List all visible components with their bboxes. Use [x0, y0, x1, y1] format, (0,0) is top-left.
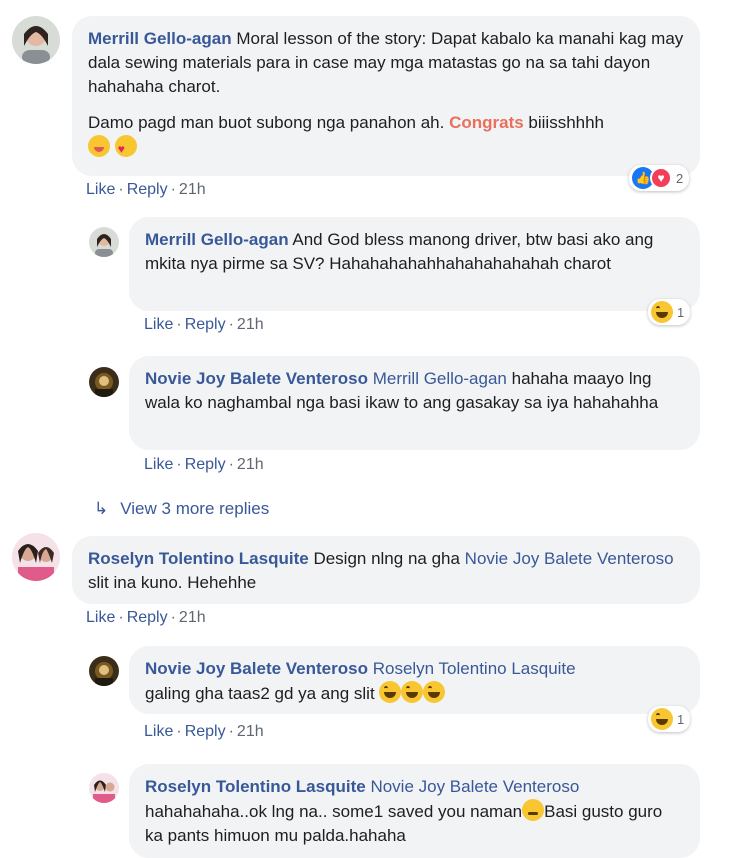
reply-arrow-icon: ↳ — [94, 499, 109, 518]
haha-reaction-icon — [651, 301, 673, 323]
mention-link[interactable]: Merrill Gello-agan — [373, 369, 507, 388]
reply-link[interactable]: Reply — [127, 609, 168, 626]
reply-bubble: Roselyn Tolentino Lasquite Novie Joy Bal… — [129, 764, 700, 858]
reaction-summary[interactable]: 1 — [648, 299, 691, 325]
like-link[interactable]: Like — [86, 609, 115, 626]
reply-bubble: Novie Joy Balete Venteroso Merrill Gello… — [129, 356, 700, 450]
comment-actions: Like · Reply · 21h — [86, 181, 206, 198]
heart-face-emoji-icon — [114, 135, 137, 161]
comment-actions: Like · Reply · 21h — [144, 723, 264, 740]
comment-text: biiisshhhh — [523, 113, 605, 132]
avatar[interactable] — [12, 16, 60, 64]
comment-author[interactable]: Roselyn Tolentino Lasquite — [88, 549, 309, 568]
reaction-count: 2 — [676, 170, 684, 186]
like-link[interactable]: Like — [144, 316, 173, 333]
reaction-summary[interactable]: 1 — [648, 706, 691, 732]
timestamp[interactable]: 21h — [179, 181, 206, 198]
comment-bubble: Merrill Gello-agan Moral lesson of the s… — [72, 16, 700, 176]
mention-link[interactable]: Novie Joy Balete Venteroso — [370, 777, 579, 796]
congrats-text: Congrats — [449, 113, 524, 132]
reaction-count: 1 — [677, 711, 685, 727]
comment-text: Damo pagd man buot subong nga panahon ah… — [88, 113, 450, 132]
reply-bubble: Novie Joy Balete Venteroso Roselyn Tolen… — [129, 646, 700, 714]
like-link[interactable]: Like — [144, 723, 173, 740]
comment-author[interactable]: Novie Joy Balete Venteroso — [145, 659, 368, 678]
reply-link[interactable]: Reply — [127, 181, 168, 198]
reply-link[interactable]: Reply — [185, 316, 226, 333]
comment-text: hahahahaha..ok lng na.. some1 saved you … — [145, 802, 523, 821]
comment-text: slit ina kuno. Hehehhe — [88, 573, 257, 592]
comment-actions: Like · Reply · 21h — [144, 316, 264, 333]
view-more-replies-link[interactable]: ↳ View 3 more replies — [94, 499, 269, 519]
avatar[interactable] — [89, 227, 119, 257]
comment-author[interactable]: Merrill Gello-agan — [145, 230, 289, 249]
avatar[interactable] — [89, 656, 119, 686]
timestamp[interactable]: 21h — [237, 456, 264, 473]
laughing-emoji-icon — [401, 681, 424, 703]
avatar[interactable] — [89, 773, 119, 803]
wink-emoji-icon — [88, 135, 110, 157]
like-link[interactable]: Like — [144, 456, 173, 473]
like-link[interactable]: Like — [86, 181, 115, 198]
blushing-emoji-icon — [522, 799, 545, 821]
reaction-count: 1 — [677, 304, 685, 320]
mention-link[interactable]: Roselyn Tolentino Lasquite — [373, 659, 576, 678]
timestamp[interactable]: 21h — [179, 609, 206, 626]
comment-text: Design nlng na gha — [313, 549, 465, 568]
view-more-label: View 3 more replies — [120, 499, 270, 518]
mention-link[interactable]: Novie Joy Balete Venteroso — [465, 549, 674, 568]
comment-text: galing gha taas2 gd ya ang slit — [145, 684, 375, 703]
reply-link[interactable]: Reply — [185, 723, 226, 740]
reply-bubble: Merrill Gello-agan And God bless manong … — [129, 217, 700, 311]
love-reaction-icon: ♥ — [650, 167, 672, 189]
haha-reaction-icon — [651, 708, 673, 730]
comment-author[interactable]: Roselyn Tolentino Lasquite — [145, 777, 366, 796]
comment-author[interactable]: Merrill Gello-agan — [88, 29, 232, 48]
reply-link[interactable]: Reply — [185, 456, 226, 473]
comment-actions: Like · Reply · 21h — [144, 456, 264, 473]
avatar[interactable] — [89, 367, 119, 397]
timestamp[interactable]: 21h — [237, 316, 264, 333]
laughing-emoji-icon — [379, 681, 402, 703]
comment-actions: Like · Reply · 21h — [86, 609, 206, 626]
timestamp[interactable]: 21h — [237, 723, 264, 740]
avatar[interactable] — [12, 533, 60, 581]
comment-author[interactable]: Novie Joy Balete Venteroso — [145, 369, 368, 388]
laughing-emoji-icon — [423, 681, 446, 703]
reaction-summary[interactable]: 👍 ♥ 2 — [629, 165, 690, 191]
comment-bubble: Roselyn Tolentino Lasquite Design nlng n… — [72, 536, 700, 604]
